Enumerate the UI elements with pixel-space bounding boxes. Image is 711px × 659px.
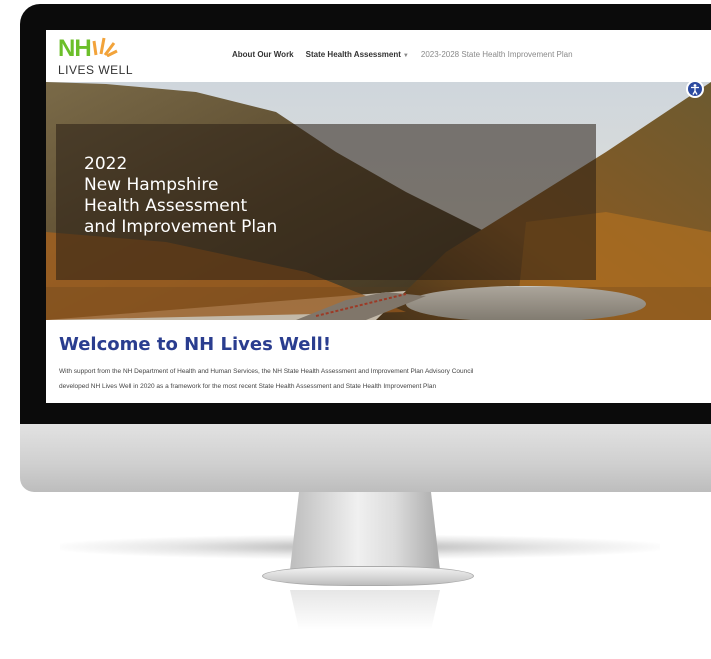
monitor-stand	[290, 492, 440, 570]
browser-viewport: NH LIVES WELL About Our Work State Healt…	[46, 30, 711, 403]
hero-title-line: and Improvement Plan	[84, 217, 278, 237]
nav-label: State Health Assessment	[305, 50, 401, 59]
nav-state-health-assessment[interactable]: State Health Assessment ▼	[306, 50, 409, 59]
accessibility-icon	[691, 84, 699, 95]
welcome-section: Welcome to NH Lives Well! With support f…	[46, 320, 711, 403]
site-header: NH LIVES WELL About Our Work State Healt…	[46, 30, 711, 82]
monitor-stand-base	[262, 566, 474, 586]
monitor-chin	[20, 424, 711, 492]
hero-title-line: New Hampshire	[84, 175, 219, 195]
welcome-text: With support from the NH Department of H…	[59, 364, 704, 394]
nav-label: About Our Work	[232, 50, 294, 59]
site-logo[interactable]: NH LIVES WELL	[58, 35, 148, 79]
logo-wordmark: NH	[58, 35, 92, 62]
welcome-heading: Welcome to NH Lives Well!	[59, 334, 332, 355]
hero-title: 2022 New Hampshire Health Assessment and…	[84, 154, 484, 238]
hero-title-line: 2022	[84, 154, 128, 174]
nav-improvement-plan[interactable]: 2023-2028 State Health Improvement Plan	[421, 50, 573, 59]
stand-reflection	[290, 590, 440, 630]
accessibility-button[interactable]	[686, 82, 704, 98]
welcome-text-line: developed NH Lives Well in 2020 as a fra…	[59, 383, 437, 390]
chevron-down-icon: ▼	[402, 53, 409, 59]
logo-tagline: LIVES WELL	[58, 63, 134, 77]
monitor: NH LIVES WELL About Our Work State Healt…	[20, 4, 711, 492]
nav-about-our-work[interactable]: About Our Work	[232, 50, 294, 59]
sunrise-icon	[92, 37, 118, 57]
nav-label: 2023-2028 State Health Improvement Plan	[420, 50, 573, 59]
hero-title-line: Health Assessment	[84, 196, 248, 216]
main-nav: About Our Work State Health Assessment ▼ …	[232, 50, 573, 59]
hero-banner: 2022 New Hampshire Health Assessment and…	[46, 82, 711, 320]
welcome-text-line: With support from the NH Department of H…	[59, 368, 474, 375]
